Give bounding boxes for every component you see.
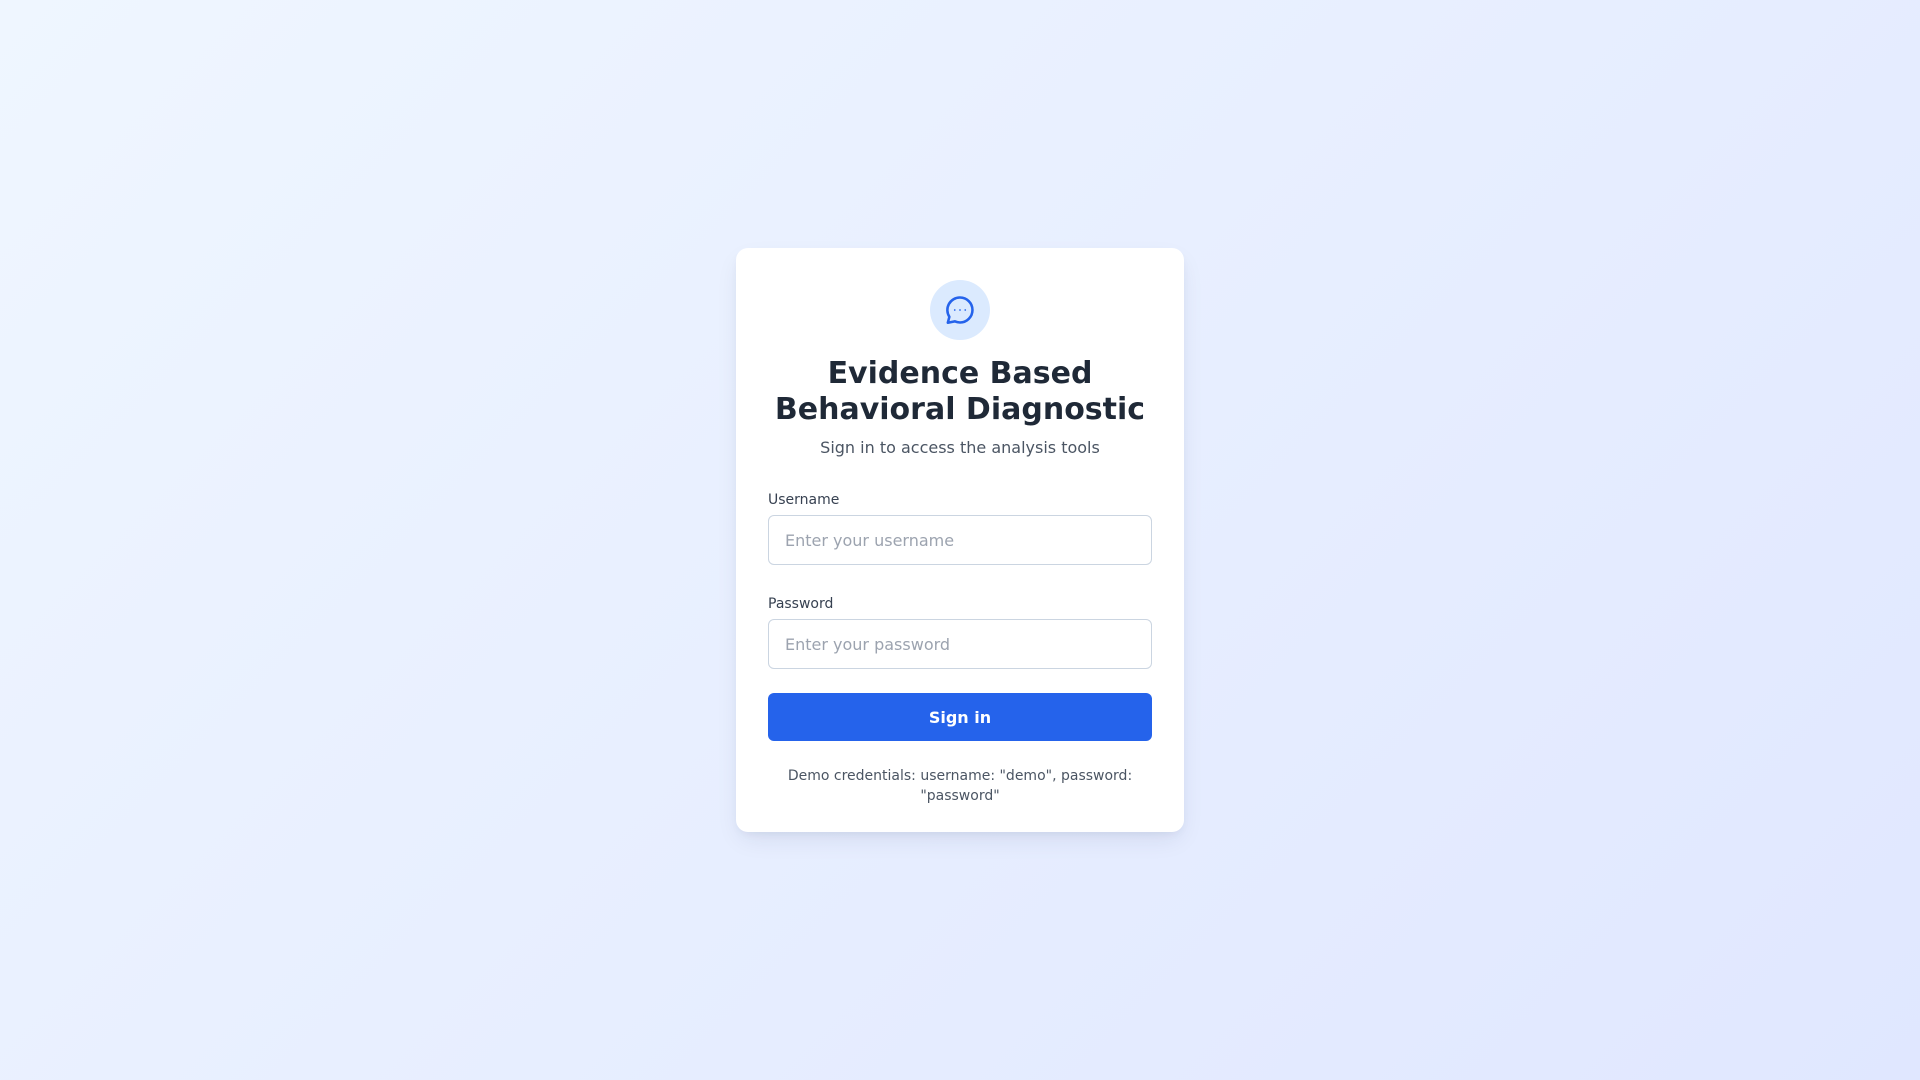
username-label: Username [768,492,840,508]
username-field-group: Username [768,492,1152,565]
logo-badge [930,280,990,340]
sign-in-button[interactable]: Sign in [768,693,1152,741]
chat-bubble-icon [946,296,974,325]
login-form: Username Password Sign in [768,492,1152,741]
page-title: Evidence Based Behavioral Diagnostic [774,356,1146,427]
username-input[interactable] [768,515,1152,565]
password-field-group: Password [768,596,1152,669]
demo-credentials-note: Demo credentials: username: "demo", pass… [787,768,1133,804]
password-input[interactable] [768,619,1152,669]
login-card: Evidence Based Behavioral Diagnostic Sig… [736,248,1184,832]
password-label: Password [768,596,834,612]
page-subtitle: Sign in to access the analysis tools [820,438,1100,457]
